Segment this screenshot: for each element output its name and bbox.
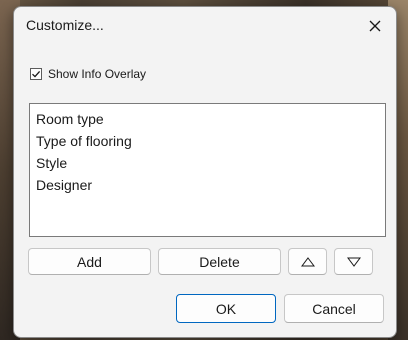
cancel-button[interactable]: Cancel — [284, 294, 384, 323]
triangle-down-icon — [346, 257, 361, 267]
show-info-overlay-label[interactable]: Show Info Overlay — [48, 67, 146, 81]
show-info-overlay-option[interactable]: Show Info Overlay — [30, 67, 146, 81]
move-down-button[interactable] — [334, 248, 373, 275]
checkmark-icon — [32, 70, 41, 78]
customize-dialog: Customize... Show Info Overlay Room type… — [13, 6, 397, 338]
list-item[interactable]: Type of flooring — [30, 130, 385, 152]
close-icon — [369, 20, 381, 32]
dialog-title: Customize... — [26, 17, 104, 33]
info-fields-listbox[interactable]: Room type Type of flooring Style Designe… — [29, 103, 386, 237]
list-item[interactable]: Designer — [30, 174, 385, 196]
triangle-up-icon — [300, 256, 315, 266]
show-info-overlay-checkbox[interactable] — [30, 68, 42, 80]
close-button[interactable] — [358, 11, 392, 41]
title-bar: Customize... — [14, 7, 396, 45]
ok-button[interactable]: OK — [176, 294, 276, 323]
add-button[interactable]: Add — [28, 248, 151, 275]
delete-button[interactable]: Delete — [158, 248, 281, 275]
move-up-button[interactable] — [288, 248, 327, 275]
list-item[interactable]: Style — [30, 152, 385, 174]
list-item[interactable]: Room type — [30, 108, 385, 130]
